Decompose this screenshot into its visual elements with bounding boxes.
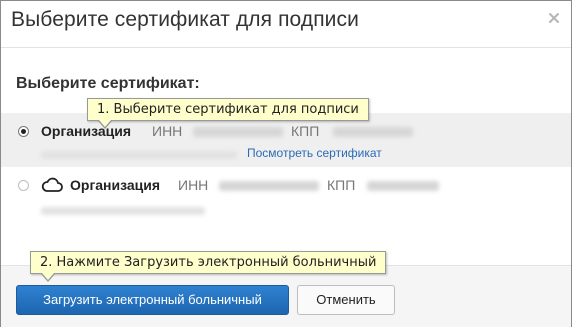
org-name: Организация <box>41 123 132 139</box>
inn-value-redacted <box>219 181 319 191</box>
kpp-label: КПП <box>327 177 356 193</box>
certificate-option-1[interactable]: Организация ИНН КПП Посмотреть сертифика… <box>1 113 571 167</box>
kpp-value-redacted <box>367 181 439 191</box>
certificate-dialog: Выберите сертификат для подписи Выберите… <box>0 0 572 327</box>
kpp-value-redacted <box>333 127 413 137</box>
owner-name-redacted <box>41 207 205 215</box>
kpp-label: КПП <box>291 123 320 139</box>
view-certificate-link[interactable]: Посмотреть сертификат <box>247 146 382 160</box>
owner-name-redacted <box>41 151 237 159</box>
close-icon[interactable] <box>547 11 561 25</box>
inn-value-redacted <box>193 127 283 137</box>
dialog-footer: Загрузить электронный больничный Отменит… <box>1 265 571 327</box>
upload-sick-leave-button[interactable]: Загрузить электронный больничный <box>16 285 289 315</box>
section-label: Выберите сертификат: <box>16 75 200 92</box>
radio-button-selected[interactable] <box>18 126 29 137</box>
dialog-title: Выберите сертификат для подписи <box>11 8 359 31</box>
inn-label: ИНН <box>152 123 183 139</box>
inn-label: ИНН <box>178 177 209 193</box>
tooltip-step-1: 1. Выберите сертификат для подписи <box>87 98 369 129</box>
dialog-header: Выберите сертификат для подписи <box>1 1 571 48</box>
tooltip-step-2: 2. Нажмите Загрузить электронный больнич… <box>30 251 387 282</box>
org-name: Организация <box>70 177 161 193</box>
radio-button[interactable] <box>18 180 29 191</box>
certificate-option-2[interactable]: Организация ИНН КПП <box>1 167 571 221</box>
cloud-icon <box>41 177 63 192</box>
cancel-button[interactable]: Отменить <box>297 285 395 315</box>
